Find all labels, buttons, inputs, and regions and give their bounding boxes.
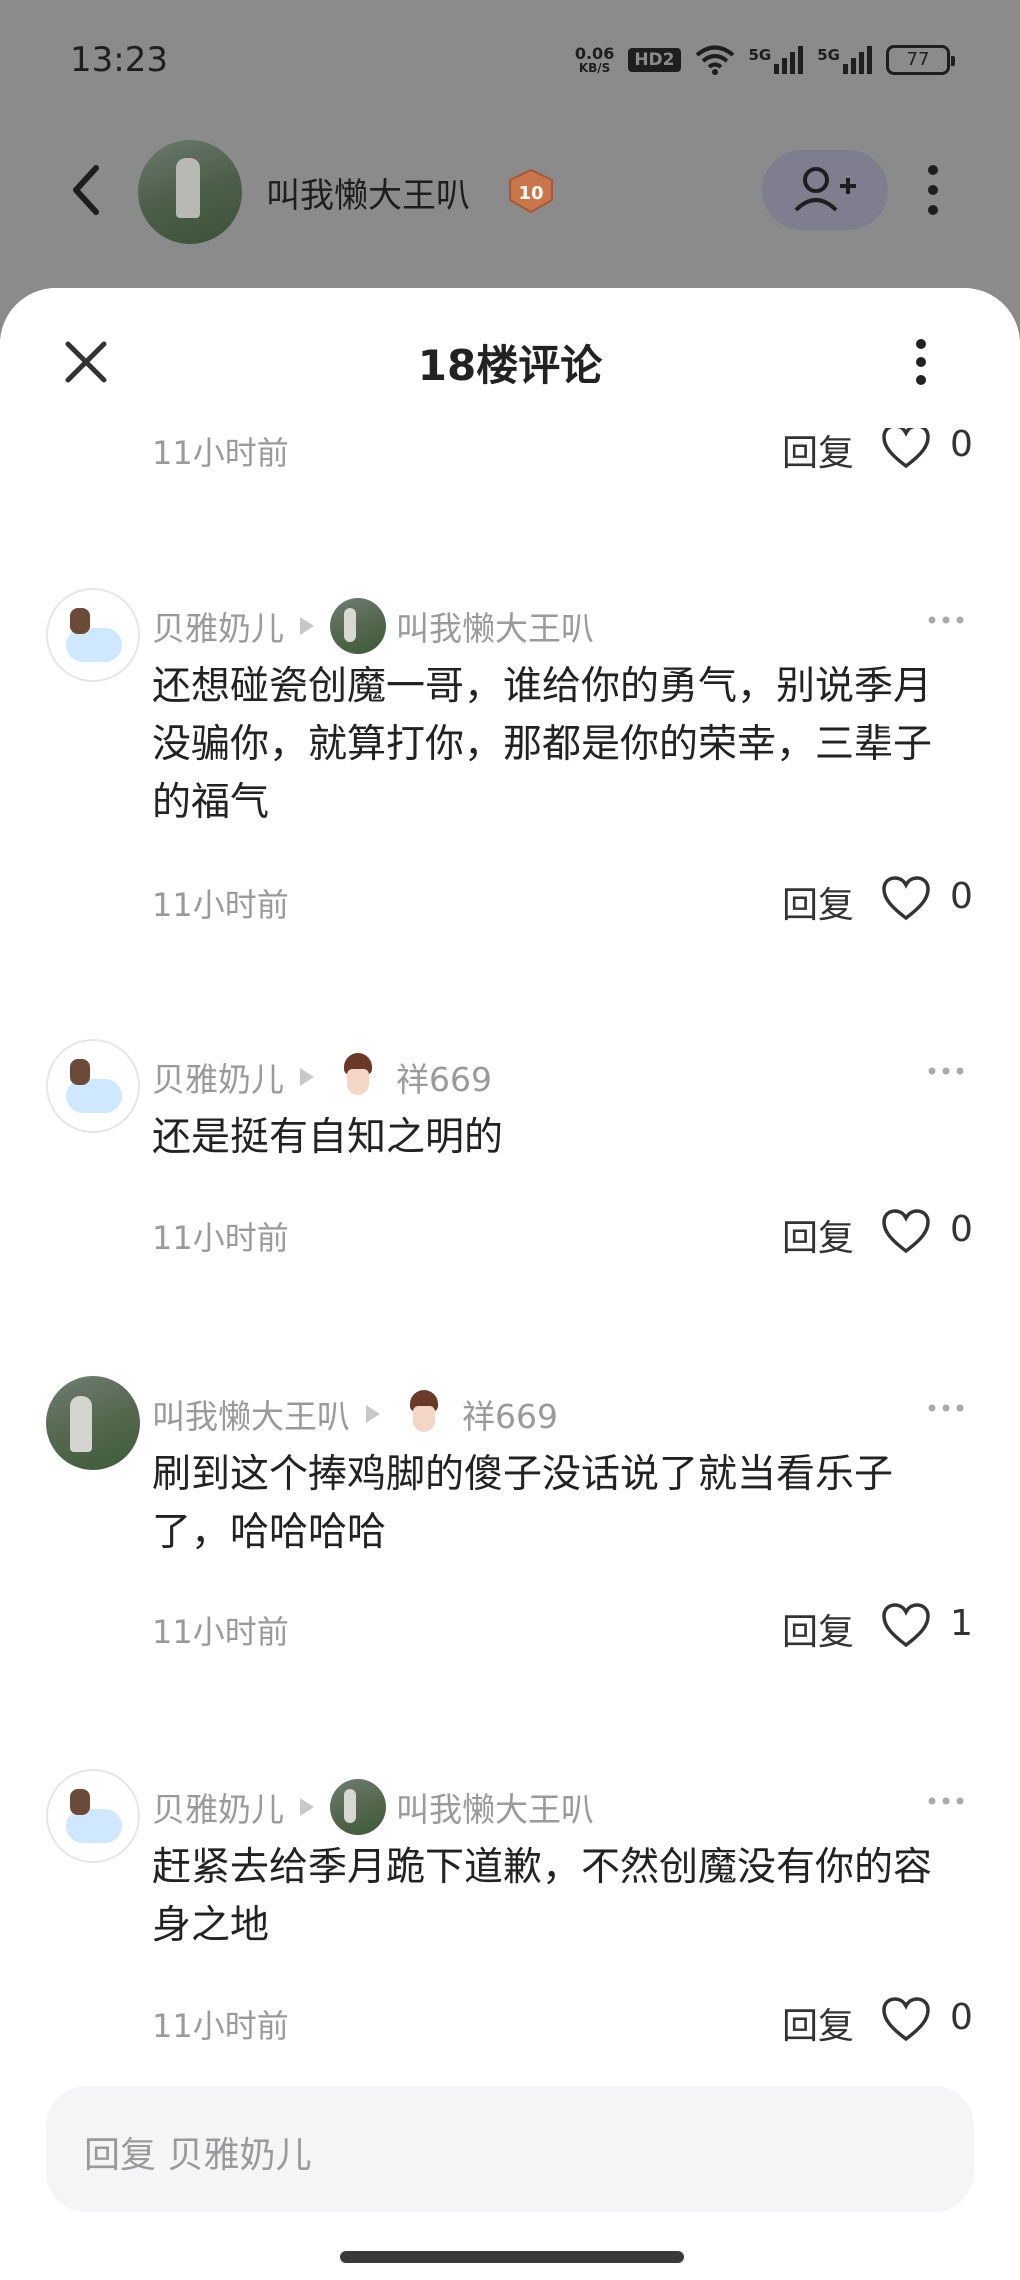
wifi-icon [695,45,734,75]
commenter-avatar[interactable] [46,1769,140,1863]
like-count: 0 [950,424,973,465]
reply-input[interactable]: 回复 贝雅奶儿 [46,2086,974,2212]
comment-item: 贝雅奶儿 叫我懒大王叭 赶紧去给季月跪下道歉，不然创魔没有你的容身之地 [0,1769,1020,2029]
like-count: 0 [950,1997,973,2038]
user-avatar[interactable] [138,140,242,244]
network-speed-value: 0.06 [574,44,615,63]
heart-icon[interactable] [880,1601,932,1649]
reply-target-avatar[interactable] [330,1779,386,1835]
comment-meta: 11小时前 回复 0 [0,1203,1020,1263]
reply-button[interactable]: 回复 [782,1997,854,2049]
comment-author[interactable]: 叫我懒大王叭 [152,1390,350,1438]
add-friend-button[interactable] [762,150,888,230]
comment-meta: 11小时前 回复 1 [0,1597,1020,1657]
comment-sheet: 11小时前 回复 0 贝雅奶儿 叫我懒大王叭 还想碰瓷创魔一哥，谁给你的勇气，别… [0,288,1020,2280]
comment-author[interactable]: 贝雅奶儿 [152,602,284,650]
reply-arrow-icon [366,1405,380,1423]
comment-text: 刷到这个捧鸡脚的傻子没话说了就当看乐子了，哈哈哈哈 [152,1452,894,1555]
comment-names: 叫我懒大王叭 祥669 [152,1384,558,1444]
comment-author[interactable]: 贝雅奶儿 [152,1053,284,1101]
comment-meta: 11小时前 回复 0 [0,870,1020,930]
reply-target-avatar[interactable] [330,1049,386,1105]
like-count: 1 [950,1603,973,1644]
status-bar: 13:23 0.06 KB/S HD2 5G 5G 77 [0,0,1020,120]
signal-icon-1: 5G [749,46,804,74]
battery-icon: 77 [886,45,955,75]
background-header: 叫我懒大王叭 10 [0,130,1020,250]
comment-time: 11小时前 [152,1219,289,1257]
reply-button[interactable]: 回复 [782,424,854,476]
more-horizontal-icon[interactable] [924,1061,968,1081]
more-vertical-icon[interactable] [918,160,948,220]
heart-icon[interactable] [880,1995,932,2043]
signal-label-2: 5G [817,46,840,64]
comment-names: 贝雅奶儿 叫我懒大王叭 [152,596,594,656]
comment-time: 11小时前 [152,1613,289,1651]
comment-item: 贝雅奶儿 叫我懒大王叭 还想碰瓷创魔一哥，谁给你的勇气，别说季月没骗你，就算打你… [0,588,1020,918]
comment-author[interactable]: 贝雅奶儿 [152,1783,284,1831]
hd-icon: HD2 [628,48,681,72]
add-person-icon [794,167,856,212]
commenter-avatar[interactable] [46,1376,140,1470]
heart-icon[interactable] [880,422,932,470]
profile-username[interactable]: 叫我懒大王叭 [266,168,470,217]
reply-button[interactable]: 回复 [782,1209,854,1261]
comment-time: 11小时前 [152,2007,289,2045]
more-vertical-icon[interactable] [906,332,936,392]
level-badge-icon: 10 [509,168,553,214]
commenter-avatar[interactable] [46,588,140,682]
comment-names: 贝雅奶儿 叫我懒大王叭 [152,1777,594,1837]
level-number: 10 [518,183,543,204]
comment-time: 11小时前 [152,886,289,924]
heart-icon[interactable] [880,1207,932,1255]
home-indicator[interactable] [340,2251,684,2263]
reply-target-name[interactable]: 祥669 [396,1053,492,1101]
reply-arrow-icon [300,617,314,635]
status-time: 13:23 [70,40,168,80]
reply-target-name[interactable]: 叫我懒大王叭 [396,1783,594,1831]
comment-names: 贝雅奶儿 祥669 [152,1047,492,1107]
heart-icon[interactable] [880,874,932,922]
network-speed-unit: KB/S [578,61,611,75]
more-horizontal-icon[interactable] [924,1791,968,1811]
reply-button[interactable]: 回复 [782,876,854,928]
commenter-avatar[interactable] [46,1039,140,1133]
back-arrow-icon[interactable] [62,160,112,220]
comment-text: 赶紧去给季月跪下道歉，不然创魔没有你的容身之地 [152,1845,933,1948]
sheet-header: 18楼评论 [0,288,1020,428]
comment-meta: 11小时前 回复 0 [0,1991,1020,2051]
reply-arrow-icon [300,1798,314,1816]
like-count: 0 [950,876,973,917]
reply-target-avatar[interactable] [396,1386,452,1442]
sheet-title: 18楼评论 [417,341,603,390]
reply-target-avatar[interactable] [330,598,386,654]
reply-input-placeholder: 回复 贝雅奶儿 [84,2135,312,2176]
comment-text: 还想碰瓷创魔一哥，谁给你的勇气，别说季月没骗你，就算打你，那都是你的荣幸，三辈子… [152,664,933,825]
comment-list[interactable]: 11小时前 回复 0 贝雅奶儿 叫我懒大王叭 还想碰瓷创魔一哥，谁给你的勇气，别… [0,288,1020,2078]
signal-label-1: 5G [748,46,772,64]
status-icons: 0.06 KB/S HD2 5G 5G 77 [575,40,955,80]
reply-target-name[interactable]: 叫我懒大王叭 [396,602,594,650]
reply-arrow-icon [300,1068,314,1086]
like-count: 0 [950,1209,973,1250]
reply-button[interactable]: 回复 [782,1603,854,1655]
more-horizontal-icon[interactable] [924,1398,968,1418]
reply-target-name[interactable]: 祥669 [462,1390,558,1438]
more-horizontal-icon[interactable] [924,610,968,630]
comment-text: 还是挺有自知之明的 [152,1115,504,1160]
network-speed: 0.06 KB/S [575,45,614,75]
comment-time: 11小时前 [152,434,289,472]
signal-icon-2: 5G [817,46,872,74]
